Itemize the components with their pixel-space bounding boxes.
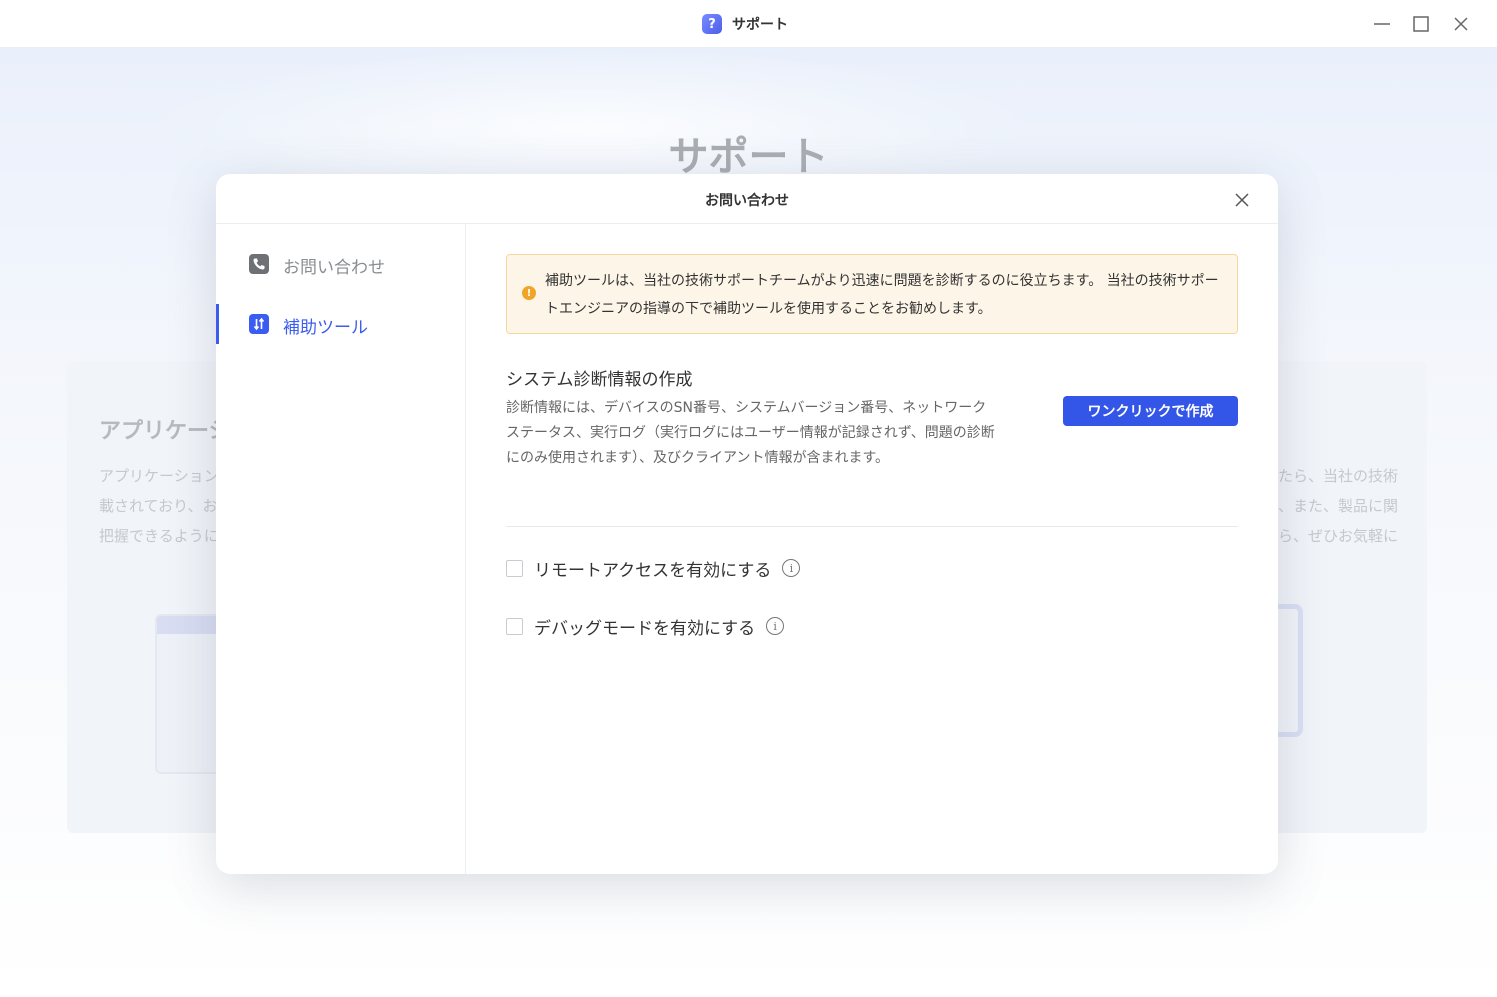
sidebar-item-label: お問い合わせ: [283, 258, 385, 278]
sidebar-item-tools[interactable]: 補助ツール: [216, 304, 465, 344]
contact-dialog: お問い合わせ お問い合わせ 補助ツール ! 補助ツールは、当社の技術サポートチー…: [216, 174, 1278, 874]
debug-mode-checkbox[interactable]: [506, 617, 523, 635]
phone-icon: [249, 254, 269, 274]
remote-access-label: リモートアクセスを有効にする: [534, 560, 772, 581]
dialog-close-button[interactable]: [1230, 188, 1254, 212]
minimize-icon: [1374, 23, 1390, 25]
sidebar-item-label: 補助ツール: [283, 318, 368, 338]
dialog-title: お問い合わせ: [705, 193, 789, 209]
close-icon: [1235, 193, 1249, 207]
window-title: サポート: [732, 17, 788, 33]
notice-text: 補助ツールは、当社の技術サポートチームがより迅速に問題を診断するのに役立ちます。…: [545, 273, 1219, 317]
tools-panel: ! 補助ツールは、当社の技術サポートチームがより迅速に問題を診断するのに役立ちま…: [466, 224, 1278, 874]
dialog-header: お問い合わせ: [216, 174, 1278, 224]
window-close-button[interactable]: [1449, 12, 1473, 36]
title-wrap: ? サポート: [702, 13, 788, 35]
diagnostics-description: 診断情報には、デバイスのSN番号、システムバージョン番号、ネットワークステータス…: [506, 400, 995, 466]
info-icon[interactable]: i: [782, 559, 801, 577]
tools-icon: [249, 314, 269, 334]
debug-mode-option: デバッグモードを有効にする i: [506, 614, 785, 639]
maximize-button[interactable]: [1409, 12, 1433, 36]
app-window: ? サポート サポート アプリケーシ アプリケーション 載されており、お 把握で…: [0, 0, 1497, 997]
remote-access-checkbox[interactable]: [506, 559, 523, 577]
help-app-icon: ?: [702, 14, 722, 34]
maximize-icon: [1413, 16, 1429, 32]
close-icon: [1454, 17, 1468, 31]
active-indicator: [216, 304, 219, 344]
dialog-sidebar: お問い合わせ 補助ツール: [216, 224, 466, 874]
minimize-button[interactable]: [1370, 12, 1394, 36]
debug-mode-label: デバッグモードを有効にする: [534, 618, 756, 639]
warning-info-icon: !: [522, 286, 536, 300]
diagnostics-title: システム診断情報の作成: [506, 370, 693, 390]
divider: [506, 526, 1238, 527]
info-icon[interactable]: i: [766, 617, 785, 635]
title-bar: ? サポート: [0, 0, 1497, 48]
notice-banner: ! 補助ツールは、当社の技術サポートチームがより迅速に問題を診断するのに役立ちま…: [506, 254, 1238, 334]
remote-access-option: リモートアクセスを有効にする i: [506, 556, 801, 581]
sidebar-item-contact[interactable]: お問い合わせ: [216, 244, 465, 284]
one-click-create-button[interactable]: ワンクリックで作成: [1063, 396, 1238, 426]
